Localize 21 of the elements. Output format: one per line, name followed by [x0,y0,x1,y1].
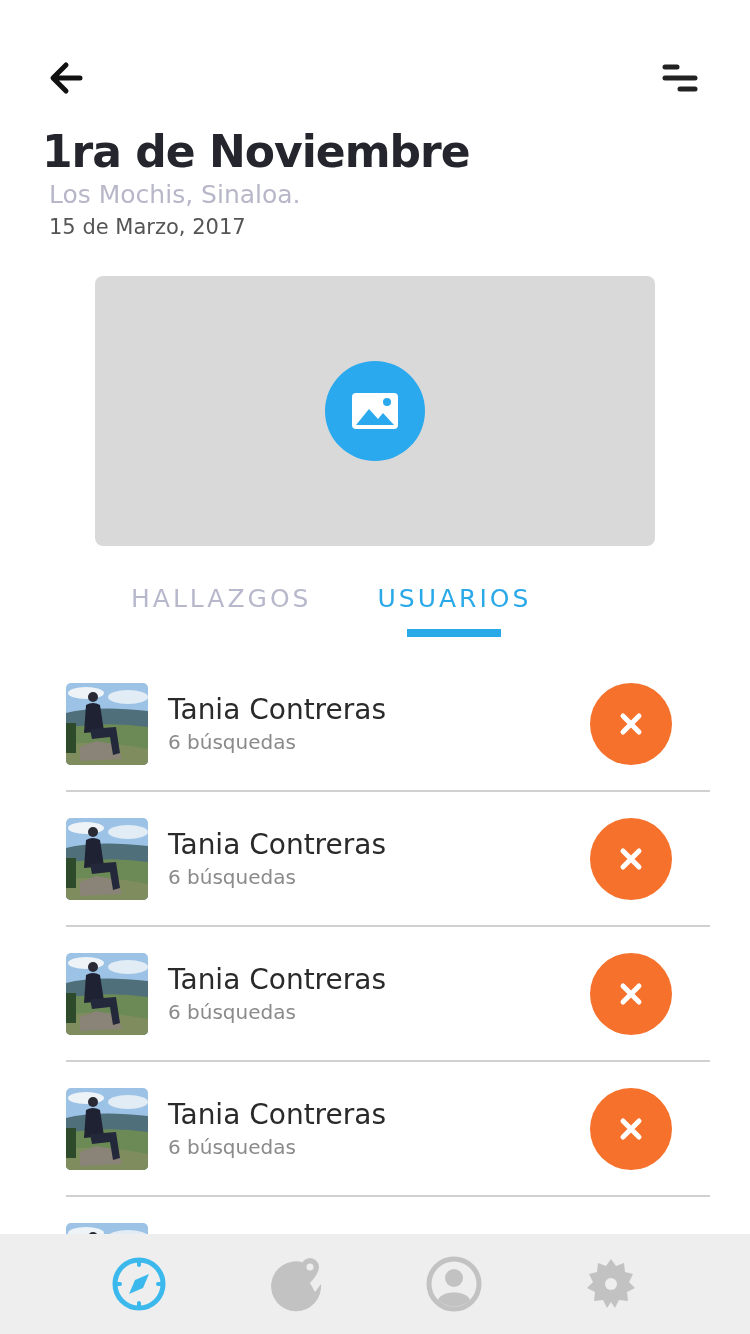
remove-button[interactable] [590,1087,672,1170]
search-count: 6 búsquedas [168,728,297,756]
search-count: 6 búsquedas [168,863,297,891]
user-name: Tania Contreras [168,1096,387,1133]
date-text: 15 de Marzo, 2017 [49,214,247,241]
back-arrow-icon[interactable] [48,60,84,96]
profile-icon[interactable] [425,1256,482,1312]
remove-button[interactable] [590,952,672,1035]
location-text: Los Mochis, Sinaloa. [49,179,302,211]
user-name: Tania Contreras [168,961,387,998]
remove-button[interactable] [590,817,672,900]
tab[interactable]: USUARIOS [377,584,532,637]
search-count: 6 búsquedas [168,1133,297,1161]
title: 1ra de Noviembre [42,126,471,178]
user-name: Tania Contreras [168,691,387,728]
user-name: Tania Contreras [168,826,387,863]
add-image-button[interactable] [325,361,425,461]
tab[interactable]: HALLAZGOS [131,584,312,637]
search-count: 6 búsquedas [168,998,297,1026]
menu-icon[interactable] [662,62,698,94]
remove-button[interactable] [590,682,672,765]
